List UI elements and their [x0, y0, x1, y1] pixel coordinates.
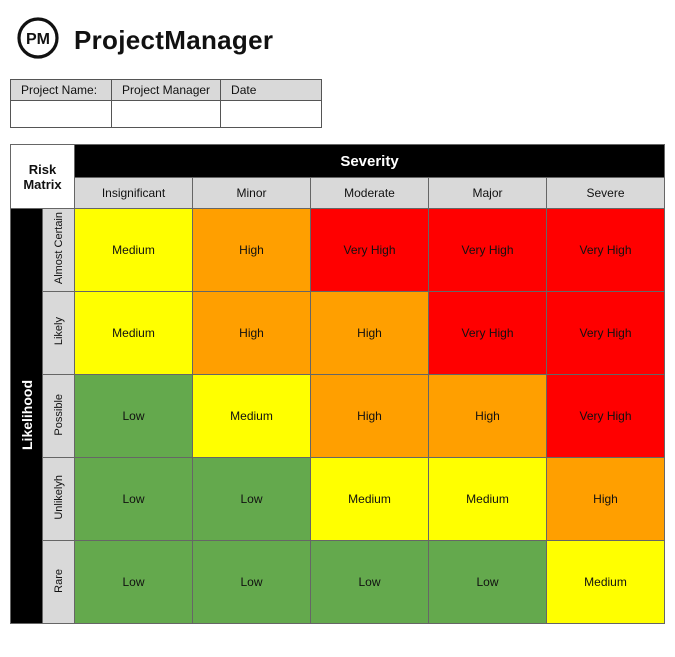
- risk-cell: Low: [193, 458, 311, 541]
- risk-cell: High: [193, 209, 311, 292]
- likelihood-level: Unlikelyh: [43, 458, 75, 541]
- risk-cell: Low: [429, 541, 547, 624]
- risk-cell: High: [311, 292, 429, 375]
- likelihood-level: Likely: [43, 292, 75, 375]
- risk-cell: Very High: [429, 292, 547, 375]
- likelihood-level: Rare: [43, 541, 75, 624]
- meta-value-project[interactable]: [11, 101, 112, 128]
- risk-cell: Low: [75, 375, 193, 458]
- risk-cell: Low: [311, 541, 429, 624]
- risk-cell: Very High: [547, 292, 665, 375]
- risk-cell: High: [429, 375, 547, 458]
- severity-level: Minor: [193, 178, 311, 209]
- likelihood-axis-label: Likelihood: [11, 209, 43, 624]
- risk-cell: Medium: [547, 541, 665, 624]
- risk-cell: Medium: [193, 375, 311, 458]
- severity-level: Insignificant: [75, 178, 193, 209]
- project-meta-table: Project Name: Project Manager Date: [10, 79, 322, 128]
- risk-cell: Medium: [75, 209, 193, 292]
- meta-label-date: Date: [221, 80, 322, 101]
- severity-levels-row: Insignificant Minor Moderate Major Sever…: [11, 178, 665, 209]
- likelihood-level: Almost Certain: [43, 209, 75, 292]
- brand-logo-icon: PM: [16, 16, 60, 65]
- severity-level: Severe: [547, 178, 665, 209]
- risk-cell: Low: [193, 541, 311, 624]
- brand-name: ProjectManager: [74, 25, 273, 56]
- meta-value-date[interactable]: [221, 101, 322, 128]
- risk-cell: Medium: [311, 458, 429, 541]
- severity-axis-label: Severity: [75, 145, 665, 178]
- matrix-title: Risk Matrix: [11, 145, 75, 209]
- risk-matrix: Risk Matrix Severity Insignificant Minor…: [10, 144, 665, 624]
- severity-level: Moderate: [311, 178, 429, 209]
- risk-cell: High: [547, 458, 665, 541]
- risk-cell: Low: [75, 541, 193, 624]
- meta-label-manager: Project Manager: [112, 80, 221, 101]
- meta-label-project: Project Name:: [11, 80, 112, 101]
- risk-cell: Medium: [75, 292, 193, 375]
- risk-cell: Very High: [547, 375, 665, 458]
- risk-cell: Low: [75, 458, 193, 541]
- risk-cell: Medium: [429, 458, 547, 541]
- risk-cell: High: [311, 375, 429, 458]
- brand-header: PM ProjectManager: [16, 16, 665, 65]
- likelihood-level: Possible: [43, 375, 75, 458]
- svg-text:PM: PM: [26, 31, 50, 48]
- meta-value-manager[interactable]: [112, 101, 221, 128]
- risk-cell: Very High: [311, 209, 429, 292]
- risk-cell: High: [193, 292, 311, 375]
- risk-cell: Very High: [547, 209, 665, 292]
- risk-cell: Very High: [429, 209, 547, 292]
- severity-level: Major: [429, 178, 547, 209]
